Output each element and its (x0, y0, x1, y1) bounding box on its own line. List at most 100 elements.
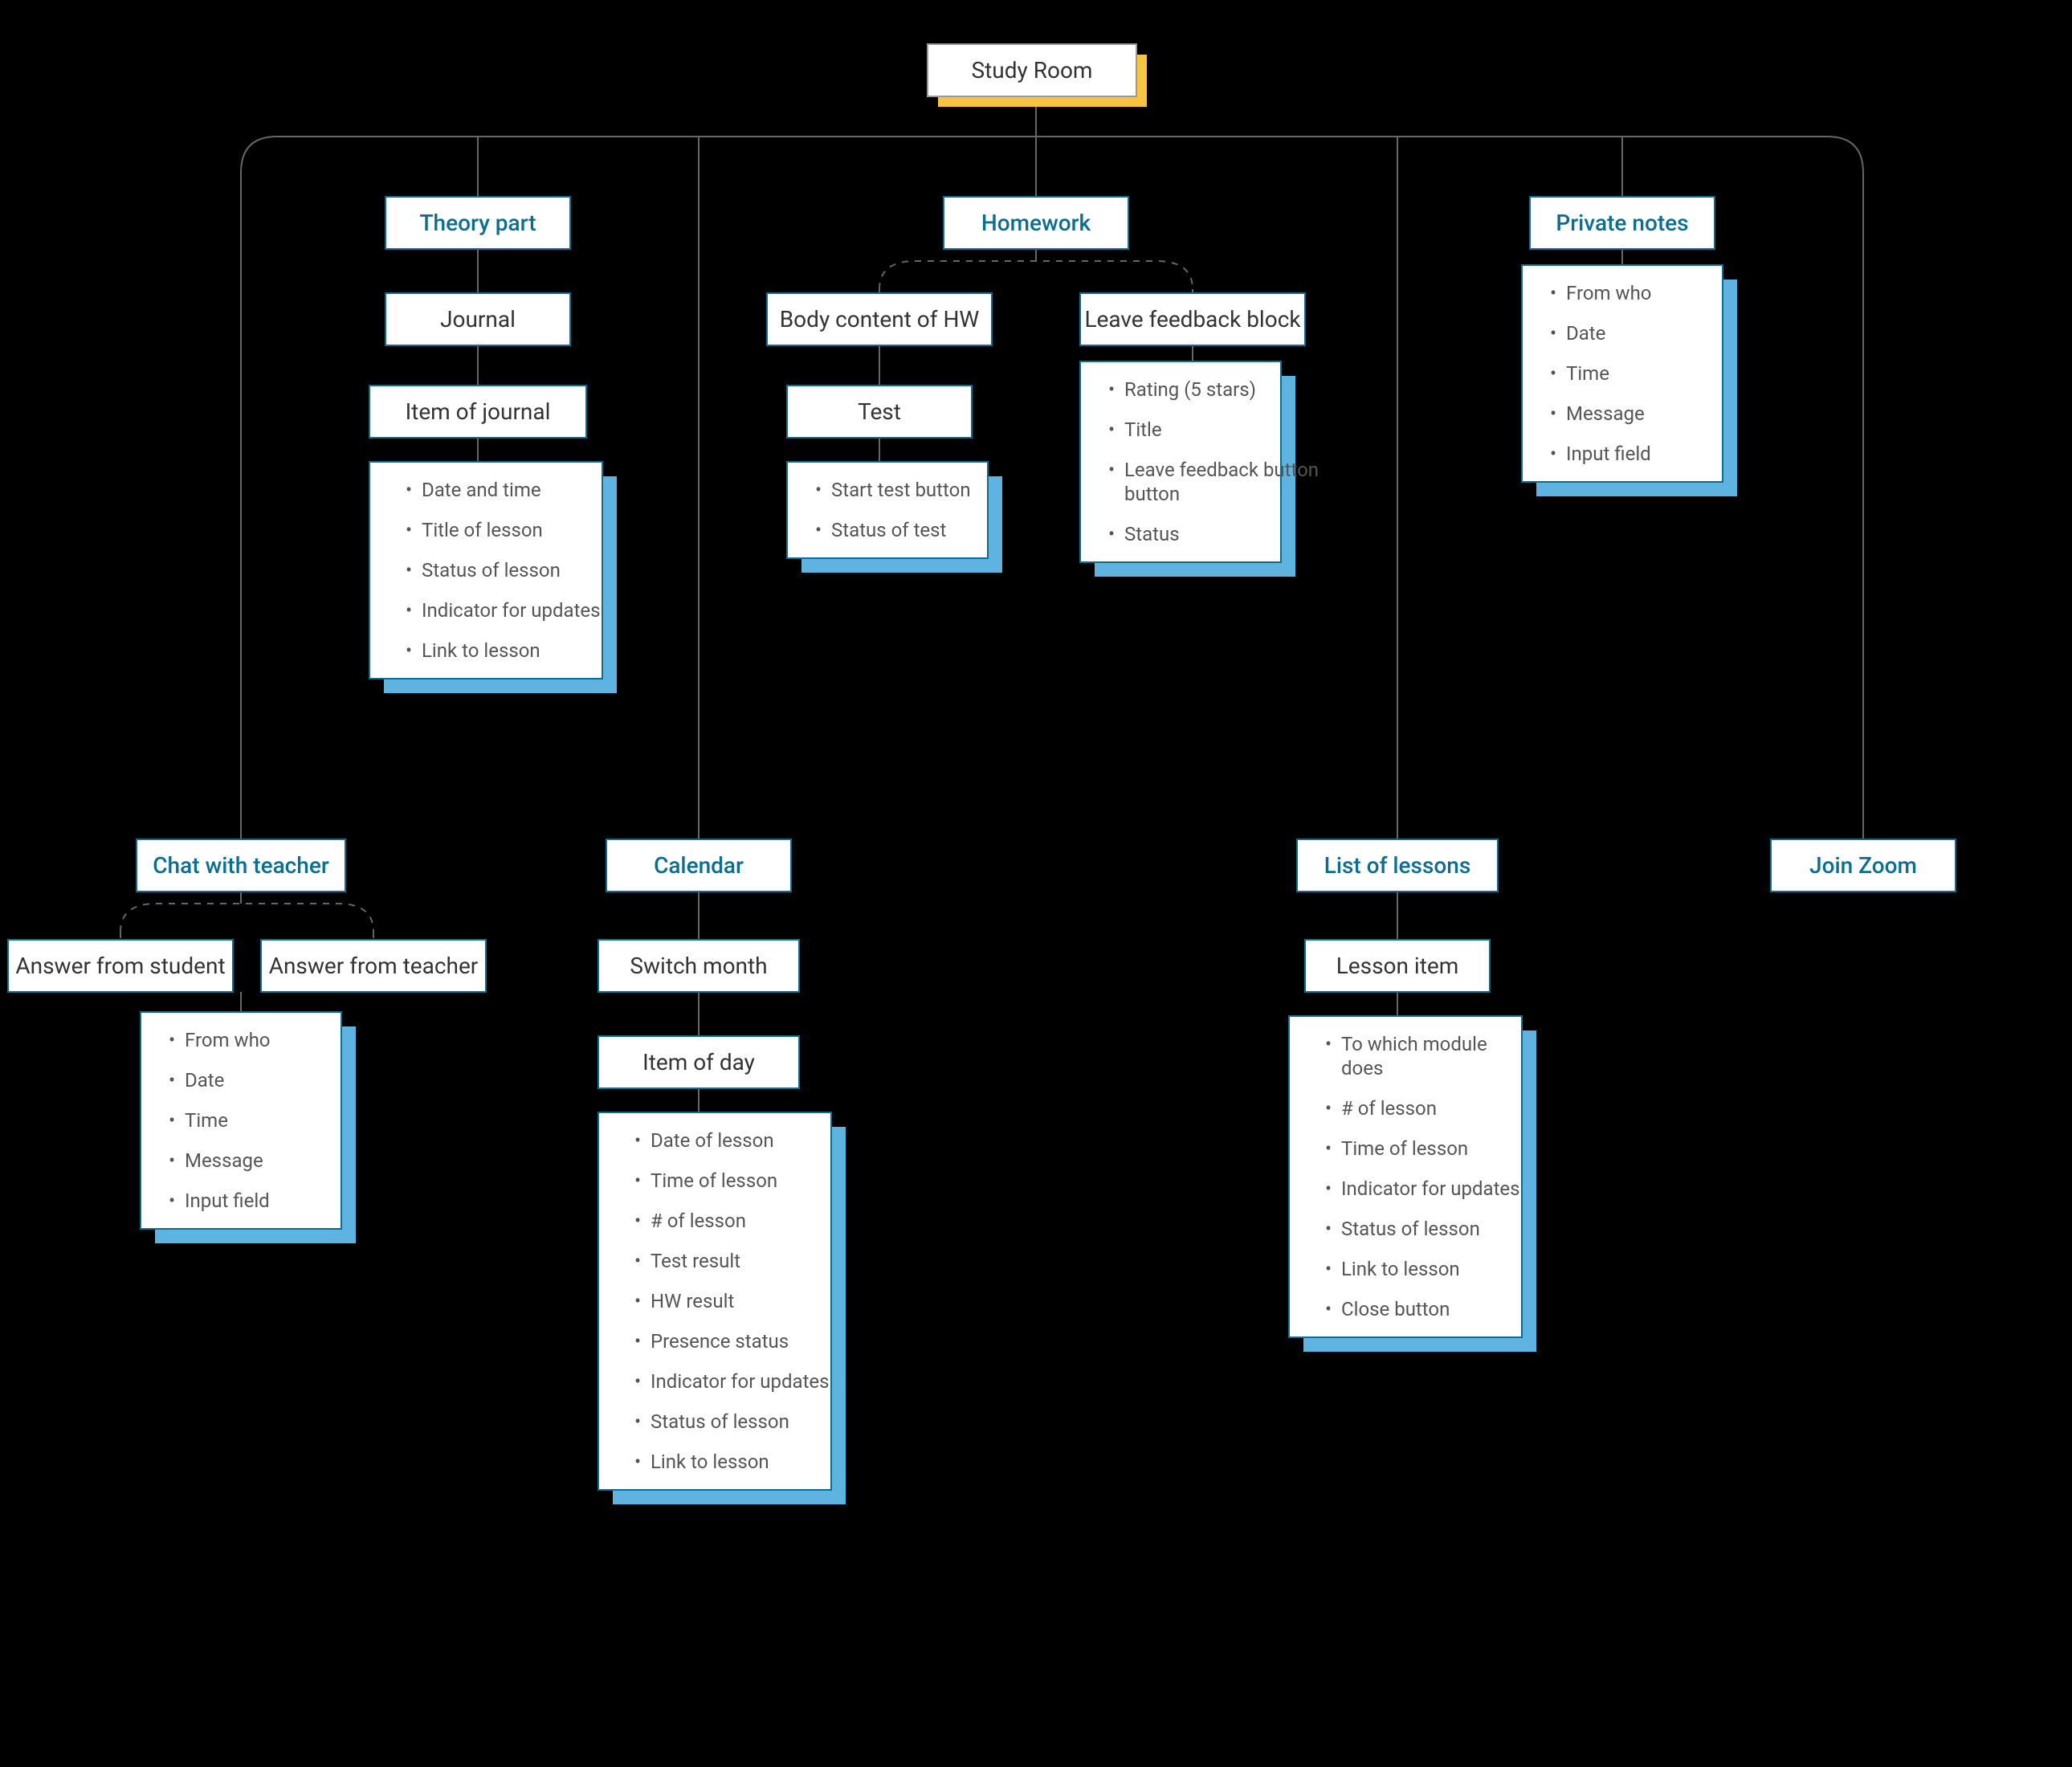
svg-text:•: • (406, 479, 412, 501)
svg-text:Message: Message (185, 1149, 263, 1172)
svg-text:From who: From who (185, 1029, 271, 1051)
svg-text:Test: Test (858, 398, 901, 425)
svg-text:Status of test: Status of test (831, 519, 947, 541)
svg-text:Body content of HW: Body content of HW (780, 306, 980, 333)
svg-text:Chat with teacher: Chat with teacher (153, 852, 329, 879)
svg-text:•: • (1325, 1137, 1332, 1160)
svg-text:Message: Message (1566, 402, 1645, 425)
list-lesson-item: • To which module does • # of lesson • Time… (1289, 1016, 1536, 1352)
svg-text:•: • (1325, 1033, 1332, 1055)
svg-text:Start test button: Start test button (831, 479, 971, 501)
svg-text:•: • (634, 1330, 641, 1353)
svg-text:Homework: Homework (981, 210, 1091, 236)
svg-text:Lesson item: Lesson item (1336, 953, 1459, 979)
svg-text:•: • (1108, 459, 1115, 481)
svg-text:Link to lesson: Link to lesson (651, 1451, 769, 1473)
svg-text:# of lesson: # of lesson (651, 1210, 746, 1232)
svg-text:Close button: Close button (1341, 1298, 1450, 1320)
svg-text:Presence status: Presence status (651, 1330, 789, 1353)
svg-text:Journal: Journal (440, 306, 516, 333)
svg-text:Item of day: Item of day (642, 1049, 755, 1075)
svg-text:Time of lesson: Time of lesson (1341, 1137, 1468, 1160)
svg-text:•: • (1325, 1298, 1332, 1320)
list-chat: • From who • Date • Time • Message • Input fi… (141, 1012, 356, 1243)
svg-text:Leave feedback button: Leave feedback button (1124, 459, 1319, 481)
svg-text:Calendar: Calendar (654, 852, 744, 879)
svg-text:•: • (1550, 443, 1556, 465)
node-study-room-label: Study Room (972, 57, 1093, 84)
svg-text:•: • (634, 1250, 641, 1272)
list-feedback: • Rating (5 stars) • Title • Leave feedback… (1080, 361, 1319, 577)
svg-text:•: • (1550, 362, 1556, 385)
list-item-of-day: • Date of lesson • Time of lesson • # of le… (598, 1112, 846, 1504)
svg-text:•: • (1108, 378, 1115, 401)
svg-text:•: • (406, 519, 412, 541)
svg-text:From who: From who (1566, 282, 1652, 304)
svg-text:Item of journal: Item of journal (406, 398, 551, 425)
svg-text:does: does (1341, 1057, 1383, 1079)
svg-text:To which module: To which module (1341, 1033, 1487, 1055)
svg-text:•: • (1325, 1218, 1332, 1240)
svg-text:Title: Title (1124, 418, 1162, 441)
svg-text:•: • (169, 1190, 175, 1212)
svg-text:Date of lesson: Date of lesson (651, 1129, 774, 1152)
svg-text:Input field: Input field (1566, 443, 1651, 465)
svg-text:Indicator for updates: Indicator for updates (1341, 1177, 1520, 1200)
svg-text:•: • (1325, 1258, 1332, 1280)
svg-text:•: • (1550, 322, 1556, 345)
svg-text:•: • (634, 1370, 641, 1393)
svg-text:•: • (634, 1451, 641, 1473)
list-private-notes: • From who • Date • Time • Message • Input fi… (1522, 265, 1737, 496)
svg-text:Indicator for updates: Indicator for updates (651, 1370, 830, 1393)
svg-text:Join Zoom: Join Zoom (1809, 852, 1917, 879)
svg-text:Status: Status (1124, 523, 1180, 545)
svg-text:Private notes: Private notes (1556, 210, 1688, 236)
svg-text:# of lesson: # of lesson (1341, 1097, 1437, 1120)
svg-text:Indicator for updates: Indicator for updates (422, 599, 601, 622)
svg-text:Date: Date (185, 1069, 224, 1092)
svg-text:Link to lesson: Link to lesson (422, 639, 540, 662)
svg-text:Date and time: Date and time (422, 479, 541, 501)
svg-text:Time of lesson: Time of lesson (651, 1169, 777, 1192)
svg-text:Test result: Test result (651, 1250, 740, 1272)
svg-text:Answer from student: Answer from student (15, 953, 225, 979)
svg-text:•: • (634, 1169, 641, 1192)
svg-text:•: • (169, 1029, 175, 1051)
svg-text:Input field: Input field (185, 1190, 270, 1212)
svg-text:HW result: HW result (651, 1290, 734, 1312)
sitemap-diagram: Study Room Theory part Journal Item of j… (0, 0, 2072, 1767)
svg-text:Title of lesson: Title of lesson (422, 519, 543, 541)
svg-text:Rating (5 stars): Rating (5 stars) (1124, 378, 1256, 401)
list-item-of-journal: • Date and time • Title of lesson • Status … (369, 462, 617, 693)
svg-text:Switch month: Switch month (630, 953, 767, 979)
svg-text:•: • (1108, 523, 1115, 545)
svg-text:•: • (634, 1129, 641, 1152)
svg-text:•: • (169, 1149, 175, 1172)
svg-text:Theory part: Theory part (419, 210, 536, 236)
svg-text:Status of lesson: Status of lesson (1341, 1218, 1480, 1240)
svg-text:•: • (406, 559, 412, 582)
svg-text:Link to lesson: Link to lesson (1341, 1258, 1460, 1280)
svg-text:Time: Time (1566, 362, 1609, 385)
svg-text:Date: Date (1566, 322, 1605, 345)
svg-text:Status of lesson: Status of lesson (422, 559, 561, 582)
svg-text:•: • (406, 599, 412, 622)
svg-text:•: • (406, 639, 412, 662)
svg-text:Time: Time (185, 1109, 228, 1132)
svg-text:Leave feedback block: Leave feedback block (1084, 306, 1301, 333)
list-test: •Start test button •Status of test (787, 462, 1002, 573)
svg-text:•: • (1325, 1177, 1332, 1200)
svg-text:•: • (169, 1109, 175, 1132)
svg-text:Answer from teacher: Answer from teacher (269, 953, 479, 979)
svg-text:•: • (634, 1410, 641, 1433)
svg-text:•: • (634, 1290, 641, 1312)
svg-text:button: button (1124, 483, 1180, 505)
svg-text:List of lessons: List of lessons (1324, 852, 1471, 879)
svg-text:•: • (1550, 282, 1556, 304)
svg-text:•: • (634, 1210, 641, 1232)
svg-text:•: • (1550, 402, 1556, 425)
svg-text:•: • (169, 1069, 175, 1092)
svg-text:•: • (1108, 418, 1115, 441)
svg-text:Status of lesson: Status of lesson (651, 1410, 789, 1433)
svg-text:•: • (1325, 1097, 1332, 1120)
